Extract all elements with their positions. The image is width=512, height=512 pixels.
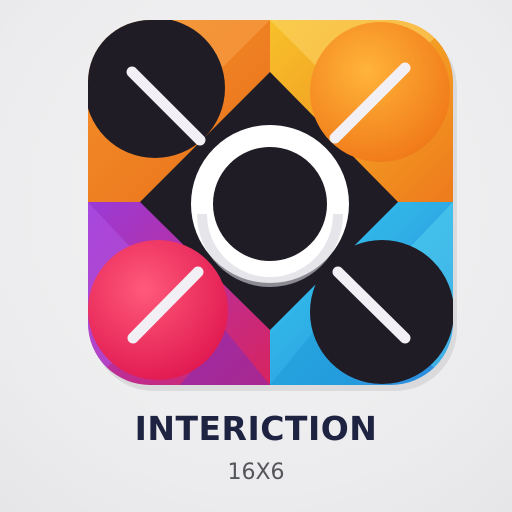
tile-background xyxy=(88,20,453,385)
center-ring-core xyxy=(220,154,320,254)
app-name: INTERICTION xyxy=(134,409,378,448)
app-icon-card: INTERICTION 16X6 xyxy=(0,0,512,512)
app-subtitle: 16X6 xyxy=(227,460,285,485)
